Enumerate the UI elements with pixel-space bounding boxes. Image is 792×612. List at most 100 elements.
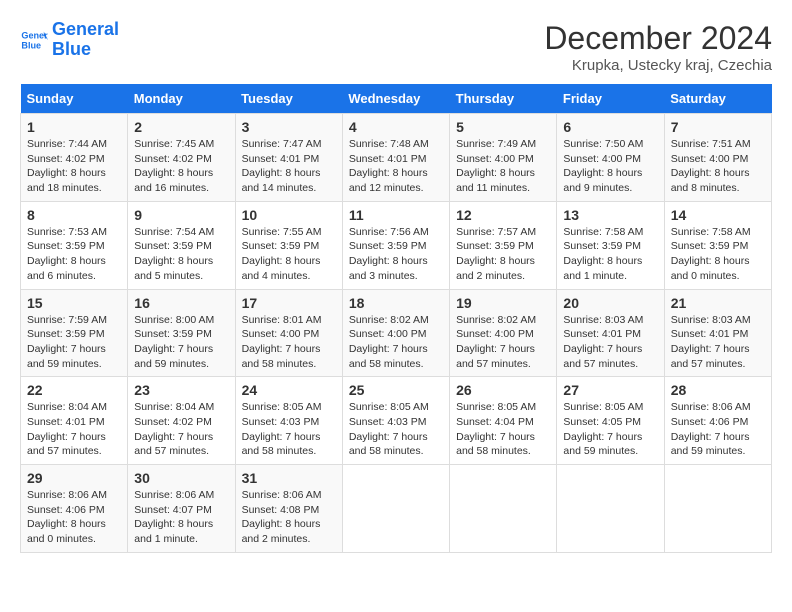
day-number: 31 (242, 470, 336, 486)
calendar-cell (450, 465, 557, 553)
calendar-cell (342, 465, 449, 553)
title-block: December 2024 Krupka, Ustecky kraj, Czec… (544, 20, 772, 74)
day-number: 18 (349, 295, 443, 311)
day-number: 13 (563, 207, 657, 223)
cell-sun-info: Sunrise: 8:05 AMSunset: 4:03 PMDaylight:… (242, 400, 336, 459)
calendar-cell: 25 Sunrise: 8:05 AMSunset: 4:03 PMDayligh… (342, 377, 449, 465)
day-number: 29 (27, 470, 121, 486)
cell-sun-info: Sunrise: 8:02 AMSunset: 4:00 PMDaylight:… (456, 313, 550, 372)
day-number: 3 (242, 119, 336, 135)
calendar-cell: 24Sunrise: 8:05 AMSunset: 4:03 PMDayligh… (235, 377, 342, 465)
calendar-cell: 4 Sunrise: 7:48 AMSunset: 4:01 PMDaylight… (342, 114, 449, 202)
cell-sun-info: Sunrise: 8:00 AMSunset: 3:59 PMDaylight:… (134, 313, 228, 372)
calendar-cell: 2Sunrise: 7:45 AMSunset: 4:02 PMDaylight… (128, 114, 235, 202)
calendar-cell: 6 Sunrise: 7:50 AMSunset: 4:00 PMDaylight… (557, 114, 664, 202)
weekday-header-monday: Monday (128, 84, 235, 114)
cell-sun-info: Sunrise: 8:03 AMSunset: 4:01 PMDaylight:… (563, 313, 657, 372)
day-number: 25 (349, 382, 443, 398)
cell-sun-info: Sunrise: 7:57 AMSunset: 3:59 PMDaylight:… (456, 225, 550, 284)
cell-sun-info: Sunrise: 7:59 AMSunset: 3:59 PMDaylight:… (27, 313, 121, 372)
cell-sun-info: Sunrise: 7:49 AMSunset: 4:00 PMDaylight:… (456, 137, 550, 196)
cell-sun-info: Sunrise: 8:04 AMSunset: 4:01 PMDaylight:… (27, 400, 121, 459)
page-subtitle: Krupka, Ustecky kraj, Czechia (544, 57, 772, 74)
cell-sun-info: Sunrise: 7:58 AMSunset: 3:59 PMDaylight:… (671, 225, 765, 284)
calendar-cell: 21Sunrise: 8:03 AMSunset: 4:01 PMDayligh… (664, 289, 771, 377)
day-number: 8 (27, 207, 121, 223)
calendar-week-row: 8 Sunrise: 7:53 AMSunset: 3:59 PMDaylight… (21, 201, 772, 289)
day-number: 17 (242, 295, 336, 311)
cell-sun-info: Sunrise: 8:03 AMSunset: 4:01 PMDaylight:… (671, 313, 765, 372)
cell-sun-info: Sunrise: 7:58 AMSunset: 3:59 PMDaylight:… (563, 225, 657, 284)
calendar-cell: 30 Sunrise: 8:06 AMSunset: 4:07 PMDayligh… (128, 465, 235, 553)
cell-sun-info: Sunrise: 7:53 AMSunset: 3:59 PMDaylight:… (27, 225, 121, 284)
day-number: 30 (134, 470, 228, 486)
calendar-cell: 29 Sunrise: 8:06 AMSunset: 4:06 PMDayligh… (21, 465, 128, 553)
cell-sun-info: Sunrise: 7:54 AMSunset: 3:59 PMDaylight:… (134, 225, 228, 284)
weekday-header-saturday: Saturday (664, 84, 771, 114)
calendar-cell: 14 Sunrise: 7:58 AMSunset: 3:59 PMDayligh… (664, 201, 771, 289)
calendar-cell: 7Sunrise: 7:51 AMSunset: 4:00 PMDaylight… (664, 114, 771, 202)
day-number: 6 (563, 119, 657, 135)
page-header: General Blue GeneralBlue December 2024 K… (20, 20, 772, 74)
calendar-week-row: 29 Sunrise: 8:06 AMSunset: 4:06 PMDayligh… (21, 465, 772, 553)
cell-sun-info: Sunrise: 8:06 AMSunset: 4:06 PMDaylight:… (671, 400, 765, 459)
weekday-header-row: SundayMondayTuesdayWednesdayThursdayFrid… (21, 84, 772, 114)
cell-sun-info: Sunrise: 7:48 AMSunset: 4:01 PMDaylight:… (349, 137, 443, 196)
logo: General Blue GeneralBlue (20, 20, 119, 60)
day-number: 23 (134, 382, 228, 398)
weekday-header-friday: Friday (557, 84, 664, 114)
calendar-cell: 26Sunrise: 8:05 AMSunset: 4:04 PMDayligh… (450, 377, 557, 465)
cell-sun-info: Sunrise: 7:56 AMSunset: 3:59 PMDaylight:… (349, 225, 443, 284)
day-number: 5 (456, 119, 550, 135)
cell-sun-info: Sunrise: 7:44 AMSunset: 4:02 PMDaylight:… (27, 137, 121, 196)
cell-sun-info: Sunrise: 8:06 AMSunset: 4:06 PMDaylight:… (27, 488, 121, 547)
day-number: 7 (671, 119, 765, 135)
cell-sun-info: Sunrise: 7:47 AMSunset: 4:01 PMDaylight:… (242, 137, 336, 196)
calendar-cell: 18 Sunrise: 8:02 AMSunset: 4:00 PMDayligh… (342, 289, 449, 377)
day-number: 27 (563, 382, 657, 398)
calendar-cell: 1 Sunrise: 7:44 AMSunset: 4:02 PMDaylight… (21, 114, 128, 202)
day-number: 16 (134, 295, 228, 311)
day-number: 20 (563, 295, 657, 311)
calendar-week-row: 22Sunrise: 8:04 AMSunset: 4:01 PMDayligh… (21, 377, 772, 465)
calendar-cell: 17 Sunrise: 8:01 AMSunset: 4:00 PMDayligh… (235, 289, 342, 377)
calendar-cell: 12 Sunrise: 7:57 AMSunset: 3:59 PMDayligh… (450, 201, 557, 289)
calendar-week-row: 1 Sunrise: 7:44 AMSunset: 4:02 PMDaylight… (21, 114, 772, 202)
day-number: 4 (349, 119, 443, 135)
calendar-cell: 16 Sunrise: 8:00 AMSunset: 3:59 PMDayligh… (128, 289, 235, 377)
day-number: 26 (456, 382, 550, 398)
calendar-cell: 23Sunrise: 8:04 AMSunset: 4:02 PMDayligh… (128, 377, 235, 465)
logo-icon: General Blue (20, 26, 48, 54)
calendar-cell: 31Sunrise: 8:06 AMSunset: 4:08 PMDayligh… (235, 465, 342, 553)
day-number: 28 (671, 382, 765, 398)
svg-text:Blue: Blue (21, 40, 41, 50)
cell-sun-info: Sunrise: 8:05 AMSunset: 4:05 PMDaylight:… (563, 400, 657, 459)
day-number: 14 (671, 207, 765, 223)
weekday-header-sunday: Sunday (21, 84, 128, 114)
day-number: 1 (27, 119, 121, 135)
calendar-cell (557, 465, 664, 553)
calendar-cell: 27 Sunrise: 8:05 AMSunset: 4:05 PMDayligh… (557, 377, 664, 465)
cell-sun-info: Sunrise: 8:05 AMSunset: 4:03 PMDaylight:… (349, 400, 443, 459)
cell-sun-info: Sunrise: 7:50 AMSunset: 4:00 PMDaylight:… (563, 137, 657, 196)
weekday-header-wednesday: Wednesday (342, 84, 449, 114)
day-number: 9 (134, 207, 228, 223)
page-title: December 2024 (544, 20, 772, 57)
calendar-cell: 9 Sunrise: 7:54 AMSunset: 3:59 PMDaylight… (128, 201, 235, 289)
weekday-header-thursday: Thursday (450, 84, 557, 114)
calendar-cell: 19Sunrise: 8:02 AMSunset: 4:00 PMDayligh… (450, 289, 557, 377)
day-number: 15 (27, 295, 121, 311)
cell-sun-info: Sunrise: 8:02 AMSunset: 4:00 PMDaylight:… (349, 313, 443, 372)
calendar-cell: 11Sunrise: 7:56 AMSunset: 3:59 PMDayligh… (342, 201, 449, 289)
day-number: 10 (242, 207, 336, 223)
day-number: 2 (134, 119, 228, 135)
cell-sun-info: Sunrise: 8:06 AMSunset: 4:07 PMDaylight:… (134, 488, 228, 547)
day-number: 12 (456, 207, 550, 223)
calendar-cell: 15 Sunrise: 7:59 AMSunset: 3:59 PMDayligh… (21, 289, 128, 377)
calendar-cell: 5 Sunrise: 7:49 AMSunset: 4:00 PMDaylight… (450, 114, 557, 202)
calendar-cell: 10Sunrise: 7:55 AMSunset: 3:59 PMDayligh… (235, 201, 342, 289)
logo-text: GeneralBlue (52, 20, 119, 60)
calendar-cell: 3 Sunrise: 7:47 AMSunset: 4:01 PMDaylight… (235, 114, 342, 202)
cell-sun-info: Sunrise: 8:01 AMSunset: 4:00 PMDaylight:… (242, 313, 336, 372)
calendar-cell: 20 Sunrise: 8:03 AMSunset: 4:01 PMDayligh… (557, 289, 664, 377)
